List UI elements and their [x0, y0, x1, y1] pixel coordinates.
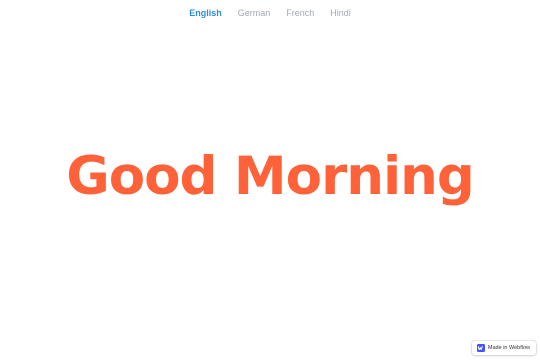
tab-english[interactable]: English: [181, 6, 230, 20]
made-in-webflow-badge[interactable]: Made in Webflow: [471, 341, 536, 355]
greeting-text: Good Morning: [66, 146, 475, 207]
tab-german[interactable]: German: [230, 6, 279, 20]
page: English German French Hindi Good Morning…: [0, 0, 540, 360]
language-nav: English German French Hindi: [0, 6, 540, 20]
webflow-logo-icon: [476, 344, 485, 352]
badge-label: Made in Webflow: [487, 345, 530, 351]
tab-hindi[interactable]: Hindi: [322, 6, 359, 20]
tab-french[interactable]: French: [278, 6, 322, 20]
